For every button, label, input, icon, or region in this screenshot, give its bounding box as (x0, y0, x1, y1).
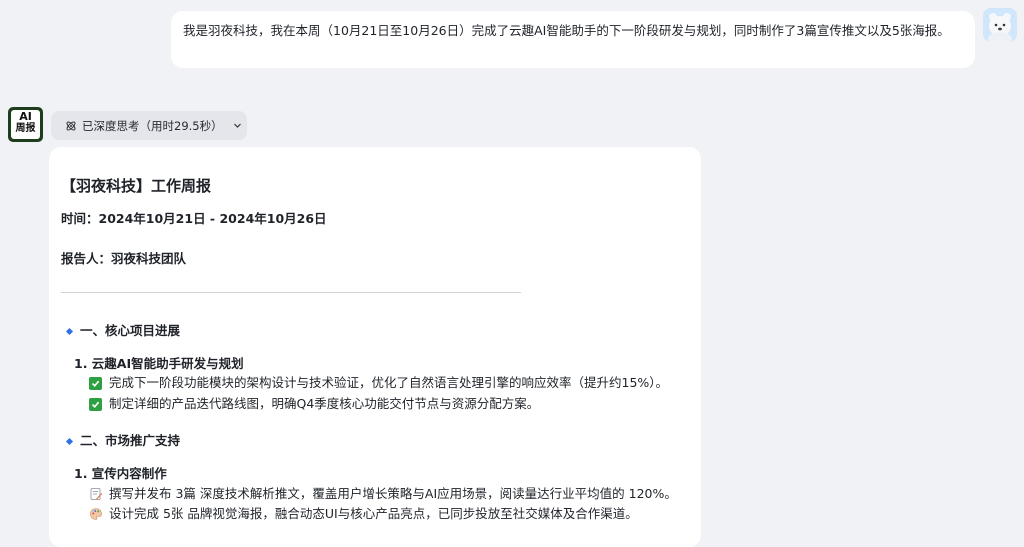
list-item: 撰写并发布 3篇 深度技术解析推文，覆盖用户增长策略与AI应用场景，阅读量达行业… (89, 485, 677, 503)
list-item-text: 撰写并发布 3篇 深度技术解析推文，覆盖用户增长策略与AI应用场景，阅读量达行业… (109, 486, 677, 501)
user-message-bubble: 我是羽夜科技，我在本周（10月21日至10月26日）完成了云趣AI智能助手的下一… (171, 11, 975, 68)
bot-avatar-title-text: 周报 (15, 123, 36, 134)
bot-avatar-ai-text: AI (19, 110, 32, 123)
section-heading: 一、核心项目进展 (65, 322, 180, 340)
chevron-down-icon (233, 123, 241, 128)
deep-thinking-label: 已深度思考（用时29.5秒） (82, 118, 223, 133)
bot-avatar[interactable]: AI 周报 (8, 107, 43, 142)
list-item: 设计完成 5张 品牌视觉海报，融合动态UI与核心产品亮点，已同步投放至社交媒体及… (89, 505, 638, 523)
list-item-text: 设计完成 5张 品牌视觉海报，融合动态UI与核心产品亮点，已同步投放至社交媒体及… (109, 506, 638, 521)
check-mark-icon (89, 397, 102, 411)
section-item: 1. 云趣AI智能助手研发与规划 (74, 356, 244, 371)
divider (61, 292, 521, 293)
list-item-text: 制定详细的产品迭代路线图，明确Q4季度核心功能交付节点与资源分配方案。 (109, 396, 540, 411)
deep-thinking-toggle[interactable]: 已深度思考（用时29.5秒） (51, 111, 247, 140)
report-reporter: 报告人：羽夜科技团队 (61, 251, 187, 266)
diamond-bullet-icon (65, 437, 74, 445)
section-heading: 二、市场推广支持 (65, 432, 180, 450)
check-mark-icon (89, 376, 102, 390)
section-heading-text: 一、核心项目进展 (80, 323, 181, 338)
user-message-text: 我是羽夜科技，我在本周（10月21日至10月26日）完成了云趣AI智能助手的下一… (183, 23, 950, 38)
section-heading-text: 二、市场推广支持 (80, 433, 181, 448)
list-item: 制定详细的产品迭代路线图，明确Q4季度核心功能交付节点与资源分配方案。 (89, 395, 539, 413)
user-avatar[interactable] (983, 8, 1017, 42)
section-item: 1. 宣传内容制作 (74, 466, 167, 481)
bot-avatar-logo: AI 周报 (11, 110, 40, 139)
atom-icon (66, 121, 76, 130)
bear-avatar-icon (983, 8, 1017, 42)
report-time: 时间：2024年10月21日 - 2024年10月26日 (61, 211, 327, 226)
diamond-bullet-icon (65, 327, 74, 335)
report-title: 【羽夜科技】工作周报 (61, 177, 212, 195)
memo-icon (90, 488, 103, 500)
palette-icon (90, 508, 102, 520)
list-item: 完成下一阶段功能模块的架构设计与技术验证，优化了自然语言处理引擎的响应效率（提升… (89, 374, 668, 392)
list-item-text: 完成下一阶段功能模块的架构设计与技术验证，优化了自然语言处理引擎的响应效率（提升… (109, 375, 669, 390)
